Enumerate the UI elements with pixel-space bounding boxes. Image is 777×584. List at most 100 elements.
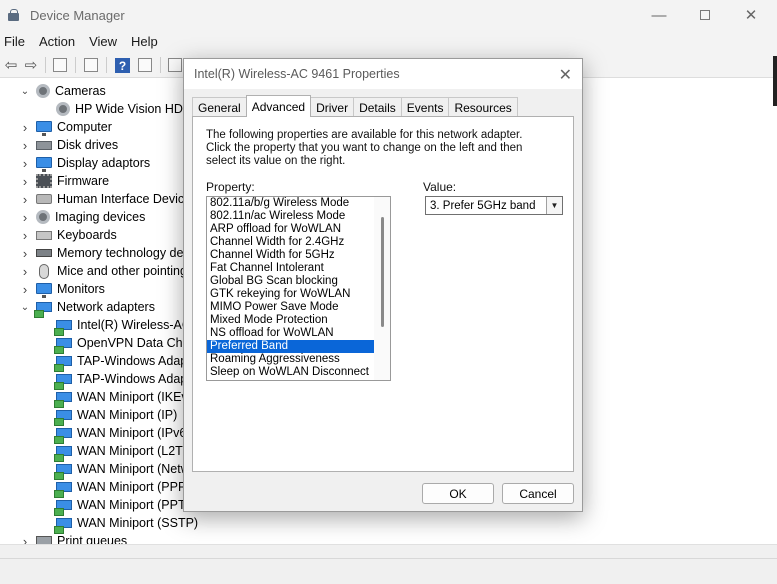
tree-node[interactable]: TAP-Windows Adap [54,352,188,372]
tree-node[interactable]: WAN Miniport (L2TF [54,442,190,462]
chevron-right-icon[interactable]: › [20,208,30,226]
property-list-item[interactable]: ARP offload for WoWLAN [207,223,390,236]
property-list-item[interactable]: Sleep on WoWLAN Disconnect [207,366,390,379]
menu-view[interactable]: View [89,34,125,49]
tree-node[interactable]: OpenVPN Data Chan [54,334,197,354]
ok-button[interactable]: OK [422,483,494,504]
property-list-item[interactable]: NS offload for WoWLAN [207,327,390,340]
tree-node[interactable]: ⌄ Cameras [21,82,106,100]
chevron-right-icon[interactable]: › [20,226,30,244]
help-icon[interactable]: ? [115,58,130,73]
tree-node[interactable]: › Monitors [23,280,105,298]
minimize-button[interactable]: — [636,0,682,30]
forward-arrow-icon[interactable]: ⇨ [22,56,40,74]
tree-node[interactable]: HP Wide Vision HD C [56,100,195,118]
menu-action[interactable]: Action [39,34,83,49]
property-list-item[interactable]: Global BG Scan blocking [207,275,390,288]
toolbar-separator [45,57,46,73]
tree-node[interactable]: WAN Miniport (SSTP) [54,514,198,534]
tab-general[interactable]: General [192,97,247,117]
tree-node[interactable]: › Print queues [23,532,127,544]
camera-device-icon [56,102,70,116]
property-list-item[interactable]: Preferred Band [207,340,390,353]
tree-node[interactable]: › Firmware [23,172,110,190]
tree-node[interactable]: › Human Interface Device [23,190,192,208]
chevron-right-icon[interactable]: › [20,244,30,262]
tree-node-label: TAP-Windows Adap [77,354,188,368]
tree-node[interactable]: WAN Miniport (IKEv [54,388,188,408]
dialog-tabs: General Advanced Driver Details Events R… [192,95,518,117]
chevron-down-icon[interactable]: ⌄ [20,82,30,100]
chevron-right-icon[interactable]: › [20,280,30,298]
tree-node-label: WAN Miniport (PPTP [77,498,194,512]
tree-node[interactable]: › Memory technology dev [23,244,190,262]
printer-icon [36,536,52,544]
value-dropdown[interactable]: 3. Prefer 5GHz band ▼ [425,196,563,215]
tree-node-label: Network adapters [57,300,155,314]
property-list-scrollbar[interactable] [374,197,390,380]
tab-driver[interactable]: Driver [310,97,355,117]
property-list-item[interactable]: Roaming Aggressiveness [207,353,390,366]
chevron-right-icon[interactable]: › [20,154,30,172]
chevron-right-icon[interactable]: › [20,190,30,208]
menu-help[interactable]: Help [131,34,166,49]
show-hide-console-tree-icon[interactable] [53,58,67,72]
action-pane-icon[interactable] [138,58,152,72]
tree-node-label: Firmware [57,174,110,188]
tree-node[interactable]: › Mice and other pointing [23,262,187,280]
cancel-button[interactable]: Cancel [502,483,574,504]
chevron-down-icon[interactable]: ▼ [546,197,562,214]
scrollbar-thumb[interactable] [381,217,384,327]
tree-node-label: OpenVPN Data Chan [77,336,197,350]
tree-node[interactable]: WAN Miniport (IPv6 [54,424,186,444]
toolbar-separator [75,57,76,73]
tree-node[interactable]: › Computer [23,118,112,136]
property-list-item[interactable]: 802.11n/ac Wireless Mode [207,210,390,223]
property-list-item[interactable]: Channel Width for 5GHz [207,249,390,262]
property-list-item[interactable]: MIMO Power Save Mode [207,301,390,314]
close-button[interactable]: ✕ [728,0,774,30]
chevron-right-icon[interactable]: › [20,532,30,545]
toolbar-separator [160,57,161,73]
tree-node[interactable]: ⌄ Network adapters [21,298,155,318]
mouse-icon [39,263,49,279]
tree-node[interactable]: WAN Miniport (PPPC [54,478,195,498]
tree-node[interactable]: WAN Miniport (IP) [54,406,177,426]
network-icon [34,302,52,318]
chevron-right-icon[interactable]: › [20,136,30,154]
tab-resources[interactable]: Resources [448,97,518,117]
tree-node[interactable]: › Keyboards [23,226,117,244]
tab-details[interactable]: Details [353,97,402,117]
network-icon [54,410,72,426]
tree-node[interactable]: › Disk drives [23,136,118,154]
maximize-button[interactable] [682,0,728,30]
tree-node[interactable]: › Imaging devices [23,208,146,226]
tree-node[interactable]: › Display adaptors [23,154,150,172]
property-list-item[interactable]: Channel Width for 2.4GHz [207,236,390,249]
chevron-right-icon[interactable]: › [20,172,30,190]
tab-advanced[interactable]: Advanced [245,95,312,117]
scan-hardware-icon[interactable] [168,58,182,72]
chevron-right-icon[interactable]: › [20,118,30,136]
property-list-item[interactable]: Fat Channel Intolerant [207,262,390,275]
back-arrow-icon[interactable]: ⇦ [2,56,20,74]
tree-node[interactable]: TAP-Windows Adap [54,370,187,390]
property-listbox[interactable]: 802.11a/b/g Wireless Mode 802.11n/ac Wire… [206,196,391,381]
property-list-item[interactable]: 802.11a/b/g Wireless Mode [207,197,390,210]
network-icon [54,356,72,372]
property-list-item[interactable]: Mixed Mode Protection [207,314,390,327]
menu-file[interactable]: File [4,34,33,49]
tree-node[interactable]: Intel(R) Wireless-AC [54,316,191,336]
tree-node[interactable]: WAN Miniport (PPTP [54,496,194,516]
property-list-item[interactable]: GTK rekeying for WoWLAN [207,288,390,301]
network-icon [54,428,72,444]
dialog-close-button[interactable]: ✕ [559,65,572,85]
chevron-down-icon[interactable]: ⌄ [20,298,30,316]
chevron-right-icon[interactable]: › [20,262,30,280]
properties-icon[interactable] [84,58,98,72]
tree-node-label: HP Wide Vision HD C [75,102,196,116]
tree-node-label: Human Interface Device [57,192,192,206]
horizontal-scrollbar[interactable] [0,544,777,558]
tab-events[interactable]: Events [400,97,450,117]
tree-node[interactable]: WAN Miniport (Netw [54,460,190,480]
